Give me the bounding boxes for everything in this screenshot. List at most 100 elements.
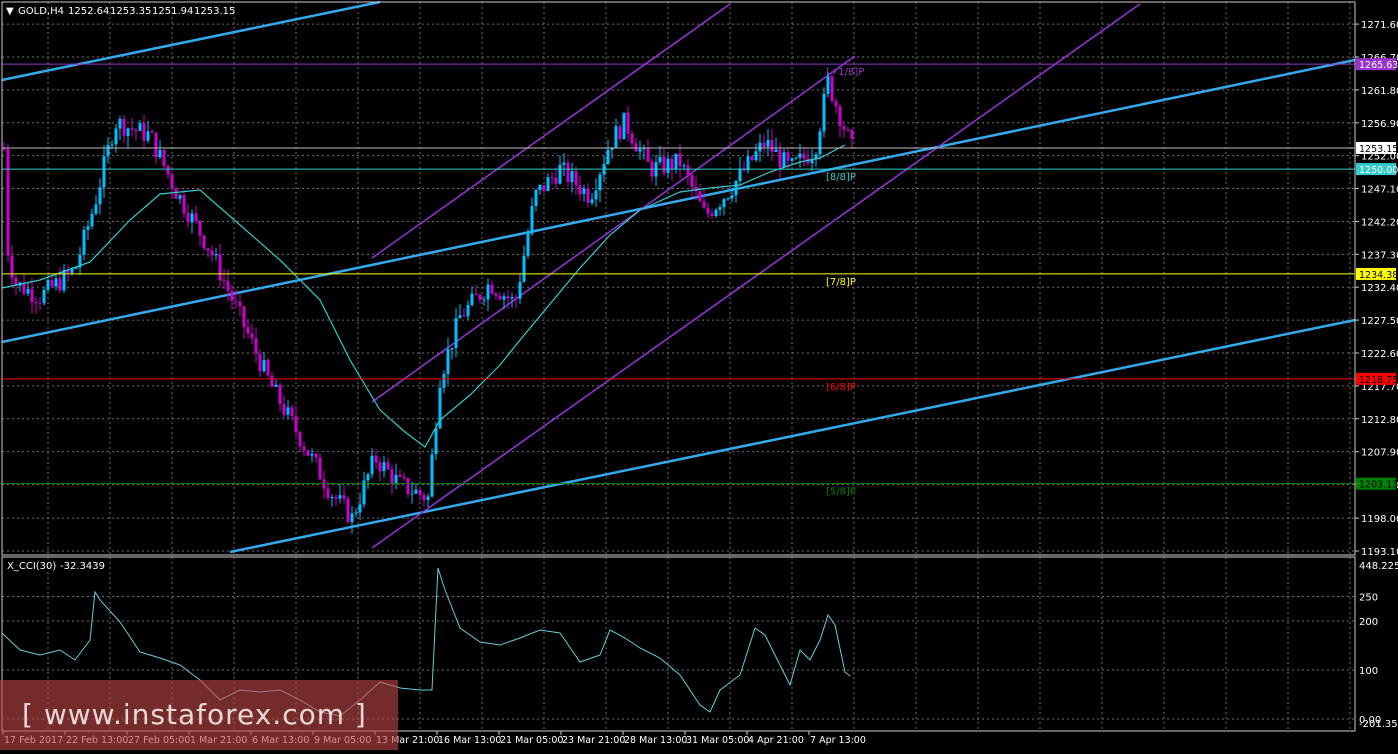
candle-body (726, 198, 730, 200)
candle-body (150, 131, 154, 133)
candle-body (430, 454, 434, 497)
candle-body (242, 306, 246, 327)
candle-body (850, 129, 854, 139)
candle-body (114, 128, 118, 145)
candle-body (238, 301, 242, 307)
candle-body (722, 199, 726, 208)
candle-body (318, 457, 322, 480)
candle-body (534, 189, 538, 207)
candle-body (218, 254, 222, 281)
candle-body (262, 359, 266, 372)
candle-body (510, 297, 514, 299)
candle-body (458, 315, 462, 319)
candle-body (406, 478, 410, 494)
candle-body (494, 293, 498, 296)
candle-body (518, 281, 522, 299)
open-price: 1252.64 (68, 6, 109, 17)
candle-body (274, 384, 278, 387)
candle-body (606, 149, 610, 164)
price-tick-label: 1198.00 (1361, 514, 1398, 525)
candle-body (414, 489, 418, 494)
candle-body (770, 140, 774, 152)
candle-body (778, 149, 782, 168)
indicator-header: X_CCI(30) -32.3439 (7, 561, 105, 572)
candle-body (118, 118, 122, 129)
candle-body (462, 315, 466, 317)
candle-body (498, 295, 502, 300)
candle-body (250, 333, 254, 339)
candle-body (662, 156, 666, 173)
candle-body (762, 142, 766, 147)
candle-body (86, 226, 90, 230)
candle-body (766, 140, 770, 147)
candle-body (738, 168, 742, 181)
moving-average (1, 144, 846, 448)
candle-body (754, 151, 758, 161)
cci-axis-label: 448.2258 (1359, 561, 1398, 572)
candle-body (350, 513, 354, 523)
candle-body (338, 495, 342, 499)
candle-body (586, 188, 590, 203)
candle-body (42, 289, 46, 304)
channel-line[interactable] (371, 3, 731, 259)
trend-line[interactable] (1, 58, 1356, 344)
candle-body (266, 359, 270, 376)
header-arrow-icon[interactable]: ▼ (6, 6, 14, 17)
candle-body (282, 404, 286, 415)
candle-body (718, 207, 722, 210)
candle-body (530, 206, 534, 234)
candle-body (290, 407, 294, 417)
price-chart-svg[interactable]: [+1/8]P [8/8]P [7/8]P [6/8]P [5/8]P 1271.60 1… (0, 0, 1398, 750)
candle-body (714, 209, 718, 217)
candle-body (502, 296, 506, 300)
price-tick-label: 1207.90 (1361, 448, 1398, 459)
candle-body (706, 207, 710, 214)
level-label-text: 1250.00 (1359, 165, 1398, 176)
candle-body (846, 129, 850, 131)
candle-body (566, 162, 570, 183)
candle-body (490, 284, 494, 294)
candle-body (162, 149, 166, 166)
candle-body (574, 171, 578, 186)
candle-body (618, 126, 622, 140)
candle-body (782, 152, 786, 168)
current-price-label: 1253.15 (1359, 144, 1398, 155)
price-tick-label: 1261.80 (1361, 86, 1398, 97)
candle-body (6, 149, 10, 256)
candle-body (222, 280, 226, 282)
indicator-value: -32.3439 (60, 561, 105, 572)
candle-body (730, 195, 734, 199)
channel-line[interactable] (371, 55, 856, 403)
candle-body (306, 450, 310, 456)
level-tag: [+1/8]P (826, 67, 864, 78)
candle-body (346, 498, 350, 523)
candle-body (442, 373, 446, 388)
price-tick-label: 1193.10 (1361, 547, 1398, 558)
candle-body (130, 128, 134, 130)
candle-body (382, 462, 386, 472)
high-price: 1253.35 (110, 6, 151, 17)
candle-body (842, 126, 846, 130)
price-tick-label: 1232.40 (1361, 283, 1398, 294)
candle-body (582, 188, 586, 195)
candle-body (90, 213, 94, 227)
candle-body (198, 220, 202, 236)
candle-body (10, 255, 14, 279)
candle-body (190, 213, 194, 223)
main-pane-border (1, 1, 1356, 556)
level-tag: [7/8]P (826, 277, 856, 288)
candle-body (38, 302, 42, 304)
trend-lines[interactable] (1, 0, 1356, 554)
cci-axis-label: 250 (1359, 593, 1378, 604)
candle-body (374, 455, 378, 463)
level-label-text: 1218.75 (1359, 375, 1398, 386)
channel-line[interactable] (371, 3, 1141, 549)
chart-grid (2, 2, 1355, 731)
candle-body (342, 495, 346, 499)
trading-terminal-chart[interactable]: [+1/8]P [8/8]P [7/8]P [6/8]P [5/8]P 1271.60 1… (0, 0, 1398, 750)
candle-body (594, 190, 598, 200)
candle-body (126, 128, 130, 137)
candle-body (226, 280, 230, 291)
candle-body (370, 455, 374, 475)
candle-body (302, 446, 306, 451)
